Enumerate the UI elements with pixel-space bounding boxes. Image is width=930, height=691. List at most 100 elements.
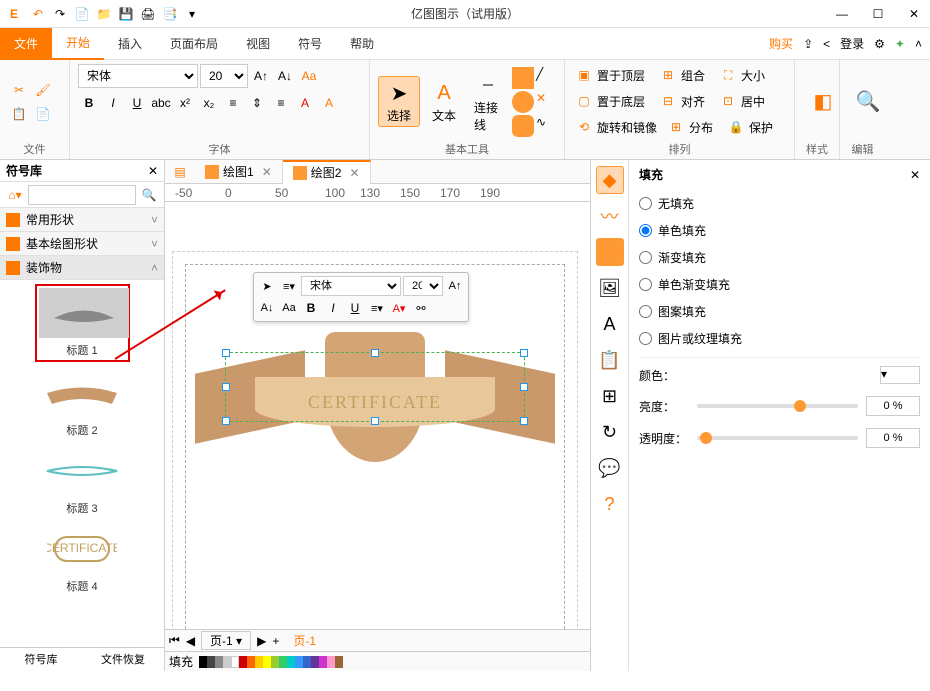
menu-view[interactable]: 视图 xyxy=(232,28,284,60)
history-tab-icon[interactable]: ↻ xyxy=(596,418,624,446)
fill-tab-icon[interactable]: ◆ xyxy=(596,166,624,194)
new-doc-icon[interactable]: 📄 xyxy=(72,4,92,24)
distribute-icon[interactable]: ⊞ xyxy=(665,116,687,138)
share-icon[interactable]: ⇪ xyxy=(803,37,813,51)
send-back-icon[interactable]: ▢ xyxy=(573,90,595,112)
close-tab-icon[interactable]: ✕ xyxy=(349,166,359,180)
category-common-shapes[interactable]: 常用形状˅ xyxy=(0,208,164,232)
selection-box[interactable] xyxy=(225,352,525,422)
maximize-button[interactable]: ☐ xyxy=(866,7,890,21)
shape-line[interactable]: ╱ xyxy=(536,67,558,89)
page-tab-1[interactable]: 页-1 xyxy=(285,632,324,649)
minimize-button[interactable]: — xyxy=(830,7,854,21)
radio-no-fill[interactable]: 无填充 xyxy=(639,195,920,212)
text-tab-icon[interactable]: A xyxy=(596,310,624,338)
line-tab-icon[interactable]: 〰 xyxy=(596,202,624,230)
float-bold[interactable]: B xyxy=(301,298,321,318)
spacing-icon[interactable]: ⇕ xyxy=(246,92,268,114)
thumb-title-4[interactable]: CERTIFICATE 标题 4 xyxy=(35,522,130,596)
menu-help[interactable]: 帮助 xyxy=(336,28,388,60)
float-dec-font-icon[interactable]: A↓ xyxy=(257,298,277,318)
group-icon[interactable]: ⊞ xyxy=(657,64,679,86)
shape-rect[interactable] xyxy=(512,67,534,89)
float-link-icon[interactable]: ⚯ xyxy=(411,298,431,318)
search-input[interactable] xyxy=(28,185,136,205)
category-decorations[interactable]: 装饰物˄ xyxy=(0,256,164,280)
notes-tab-icon[interactable]: 📋 xyxy=(596,346,624,374)
undo-icon[interactable]: ↶ xyxy=(28,4,48,24)
float-size-select[interactable]: 20 xyxy=(403,276,443,296)
center-icon[interactable]: ⊡ xyxy=(717,90,739,112)
menu-insert[interactable]: 插入 xyxy=(104,28,156,60)
bullets-icon[interactable]: ≡ xyxy=(222,92,244,114)
lock-icon[interactable]: 🔒 xyxy=(725,116,747,138)
find-button[interactable]: 🔍 xyxy=(848,86,888,118)
align-icon[interactable]: ≡ xyxy=(270,92,292,114)
radio-gradient-fill[interactable]: 渐变填充 xyxy=(639,249,920,266)
footer-tab-library[interactable]: 符号库 xyxy=(0,648,82,671)
float-inc-font-icon[interactable]: A↑ xyxy=(445,276,465,296)
paste-icon[interactable]: ✂ xyxy=(8,79,30,101)
menu-page-layout[interactable]: 页面布局 xyxy=(156,28,232,60)
opacity-value[interactable]: 0 % xyxy=(866,428,920,448)
shape-cross[interactable]: ✕ xyxy=(536,91,558,113)
float-lines-icon[interactable]: ≡▾ xyxy=(279,276,299,296)
text-tool[interactable]: A文本 xyxy=(424,77,464,126)
radio-solid-fill[interactable]: 单色填充 xyxy=(639,222,920,239)
radio-picture-fill[interactable]: 图片或纹理填充 xyxy=(639,330,920,347)
print-icon[interactable]: 🖨 xyxy=(138,4,158,24)
decrease-font-icon[interactable]: A↓ xyxy=(274,65,296,87)
collapse-ribbon-icon[interactable]: ˄ xyxy=(915,37,922,51)
superscript-button[interactable]: x² xyxy=(174,92,196,114)
floating-format-toolbar[interactable]: ➤ ≡▾ 宋体 20 A↑ A↓ Aa B I U ≡▾ A▾ ⚯ xyxy=(253,272,469,322)
italic-button[interactable]: I xyxy=(102,92,124,114)
radio-solid-gradient-fill[interactable]: 单色渐变填充 xyxy=(639,276,920,293)
buy-link[interactable]: 购买 xyxy=(769,35,793,52)
float-italic[interactable]: I xyxy=(323,298,343,318)
float-underline[interactable]: U xyxy=(345,298,365,318)
size-icon[interactable]: ⛶ xyxy=(717,64,739,86)
redo-icon[interactable]: ↷ xyxy=(50,4,70,24)
underline-button[interactable]: U xyxy=(126,92,148,114)
select-tool[interactable]: ➤选择 xyxy=(378,76,420,127)
shape-curve[interactable]: ∿ xyxy=(536,115,558,137)
save-icon[interactable]: 💾 xyxy=(116,4,136,24)
color-swatch[interactable]: ▾ xyxy=(880,366,920,384)
settings-gear-icon[interactable]: ⚙ xyxy=(874,37,885,51)
search-icon[interactable]: 🔍 xyxy=(138,184,160,206)
font-color-icon[interactable]: A xyxy=(318,92,340,114)
close-tab-icon[interactable]: ✕ xyxy=(262,165,272,179)
align-obj-icon[interactable]: ⊟ xyxy=(657,90,679,112)
clipboard-icon[interactable]: 📄 xyxy=(32,103,54,125)
tabs-menu-icon[interactable]: ▤ xyxy=(169,161,191,183)
clear-format-icon[interactable]: A xyxy=(294,92,316,114)
panel-close-icon[interactable]: ✕ xyxy=(910,168,920,182)
image-tab-icon[interactable]: 🖼 xyxy=(596,274,624,302)
opacity-slider[interactable] xyxy=(697,436,858,440)
increase-font-icon[interactable]: A↑ xyxy=(250,65,272,87)
login-link[interactable]: 登录 xyxy=(840,35,864,52)
rotate-icon[interactable]: ⟲ xyxy=(573,116,595,138)
brush-icon[interactable]: 🖌 xyxy=(32,79,54,101)
float-align-icon[interactable]: ≡▾ xyxy=(367,298,387,318)
brightness-value[interactable]: 0 % xyxy=(866,396,920,416)
thumb-title-1[interactable]: 标题 1 xyxy=(35,284,130,362)
menu-home[interactable]: 开始 xyxy=(52,28,104,60)
panel-close-icon[interactable]: ✕ xyxy=(148,164,158,178)
bold-button[interactable]: B xyxy=(78,92,100,114)
connector-tool[interactable]: ⎯连接线 xyxy=(468,69,508,135)
footer-tab-recovery[interactable]: 文件恢复 xyxy=(82,648,164,671)
strike-button[interactable]: abc xyxy=(150,92,172,114)
font-size-select[interactable]: 20 xyxy=(200,64,248,88)
qat-dropdown-icon[interactable]: ▾ xyxy=(182,4,202,24)
shape-rounded[interactable] xyxy=(512,115,534,137)
page-prev-icon[interactable]: ◀ xyxy=(186,634,195,648)
help-tab-icon[interactable]: ? xyxy=(596,490,624,518)
thumbnails-list[interactable]: 标题 1 标题 2 标题 3 CERTIFICATE 标题 4 xyxy=(0,280,164,647)
category-basic-shapes[interactable]: 基本绘图形状˅ xyxy=(0,232,164,256)
page-dropdown[interactable]: 页-1 ▾ xyxy=(201,631,251,650)
radio-pattern-fill[interactable]: 图案填充 xyxy=(639,303,920,320)
style-button[interactable]: ◧ xyxy=(803,86,843,118)
menu-symbol[interactable]: 符号 xyxy=(284,28,336,60)
page-next-icon[interactable]: ▶ xyxy=(257,634,266,648)
